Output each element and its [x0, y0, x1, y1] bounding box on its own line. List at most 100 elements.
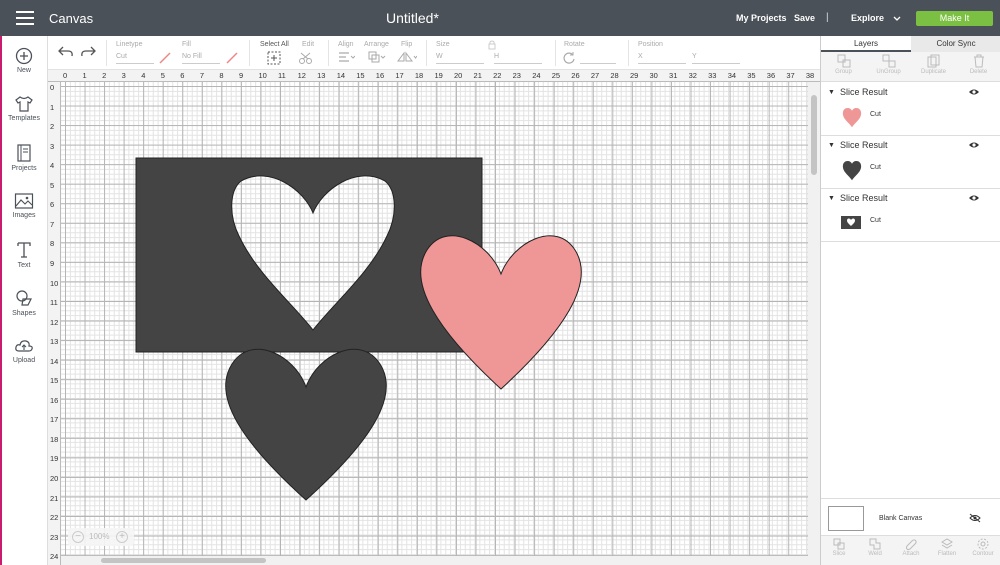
- zoom-in-button[interactable]: +: [116, 531, 128, 543]
- document-title[interactable]: Untitled*: [386, 10, 439, 26]
- ruler-tick-label: 17: [395, 71, 404, 80]
- ungroup-label: UnGroup: [876, 69, 901, 75]
- horizontal-scroll-thumb[interactable]: [101, 558, 266, 563]
- rotate-icon[interactable]: [562, 51, 576, 65]
- horizontal-scrollbar[interactable]: [61, 556, 808, 565]
- layer-item[interactable]: ▼ Slice Result Cut: [821, 83, 1000, 136]
- shapes-icon: [16, 290, 32, 306]
- vertical-scroll-thumb[interactable]: [811, 95, 817, 175]
- ruler-tick-label: 37: [786, 71, 795, 80]
- ruler-tick-label: 23: [512, 71, 521, 80]
- flatten-icon: [941, 538, 953, 549]
- ruler-tick-label: 26: [571, 71, 580, 80]
- caret-down-icon[interactable]: ▼: [828, 142, 835, 149]
- layer-item[interactable]: ▼ Slice Result Cut: [821, 136, 1000, 189]
- ruler-tick-label: 0: [50, 83, 55, 92]
- redo-icon[interactable]: [80, 45, 96, 57]
- flip-icon[interactable]: [397, 51, 417, 63]
- eye-icon[interactable]: [968, 88, 980, 96]
- layer-operation: Cut: [870, 111, 881, 118]
- dark-heart[interactable]: [225, 348, 387, 501]
- size-h-label: H: [494, 53, 500, 60]
- duplicate-button[interactable]: Duplicate: [911, 54, 956, 75]
- top-ruler: 0 1 2 3 4 5 6 7 8 9 10 11 12 13 14 15 16 17 18 19 20 21 22 23 24…: [48, 70, 820, 82]
- edit-scissors-icon[interactable]: [298, 51, 316, 65]
- ruler-tick-label: 24: [50, 552, 59, 562]
- group-button[interactable]: Group: [821, 54, 866, 75]
- flatten-button[interactable]: Flatten: [929, 538, 965, 557]
- sidebar-item-label: Projects: [11, 165, 37, 172]
- sidebar-item-templates[interactable]: Templates: [0, 95, 48, 122]
- sidebar-item-projects[interactable]: Projects: [0, 143, 48, 172]
- my-projects-link[interactable]: My Projects: [736, 13, 787, 23]
- make-it-button[interactable]: Make It: [916, 11, 993, 26]
- ruler-tick-label: 25: [551, 71, 561, 80]
- position-x-input[interactable]: X: [638, 53, 686, 64]
- arrange-icon[interactable]: [368, 51, 386, 63]
- ungroup-button[interactable]: UnGroup: [866, 54, 911, 75]
- layer-item[interactable]: ▼ Slice Result Cut: [821, 189, 1000, 242]
- left-ruler: 0 1 2 3 4 5 6 7 8 9 10 11 12 13 14 15 16 17 18 19 20 21 22 23 24: [48, 82, 61, 565]
- linetype-color-swatch-icon[interactable]: [159, 52, 171, 64]
- blank-canvas-swatch[interactable]: [828, 506, 864, 531]
- vertical-scrollbar[interactable]: [808, 82, 820, 565]
- contour-button[interactable]: Contour: [965, 538, 1000, 557]
- blank-canvas-layer[interactable]: Blank Canvas: [821, 498, 1000, 535]
- weld-button[interactable]: Weld: [857, 538, 893, 557]
- size-width-input[interactable]: W: [436, 53, 484, 64]
- ruler-tick-label: 22: [50, 513, 59, 523]
- sidebar-item-upload[interactable]: Upload: [0, 337, 48, 364]
- eye-icon[interactable]: [968, 141, 980, 149]
- fill-select[interactable]: No Fill: [182, 53, 220, 64]
- caret-down-icon[interactable]: ▼: [828, 89, 835, 96]
- sidebar-item-shapes[interactable]: Shapes: [0, 288, 48, 317]
- ruler-tick-label: 15: [50, 376, 59, 386]
- zoom-out-button[interactable]: −: [72, 531, 84, 543]
- ruler-tick-label: 4: [141, 71, 146, 80]
- hamburger-menu-icon[interactable]: [16, 11, 34, 25]
- delete-button[interactable]: Delete: [956, 54, 1000, 75]
- attach-button[interactable]: Attach: [893, 538, 929, 557]
- sidebar-item-text[interactable]: Text: [0, 240, 48, 269]
- ruler-tick-label: 20: [50, 474, 59, 483]
- tab-color-sync[interactable]: Color Sync: [911, 36, 1000, 52]
- book-icon: [17, 144, 31, 162]
- linetype-select[interactable]: Cut: [116, 53, 154, 64]
- ruler-tick-label: 23: [50, 532, 59, 542]
- blank-canvas-label: Blank Canvas: [879, 515, 923, 522]
- chevron-down-icon: [893, 16, 900, 21]
- fill-color-swatch-icon[interactable]: [226, 52, 238, 64]
- layer-name: Slice Result: [840, 87, 888, 97]
- ruler-tick-label: 8: [50, 239, 55, 249]
- group-label: Group: [835, 69, 852, 75]
- select-all-icon[interactable]: [267, 51, 281, 65]
- ruler-tick-label: 5: [50, 180, 55, 190]
- explore-dropdown[interactable]: Explore: [851, 13, 901, 23]
- lock-icon[interactable]: [488, 40, 496, 50]
- sidebar-item-new[interactable]: New: [0, 47, 48, 74]
- slice-button[interactable]: Slice: [821, 538, 857, 557]
- ruler-tick-label: 4: [50, 161, 55, 171]
- save-link[interactable]: Save: [794, 13, 815, 23]
- ruler-tick-label: 9: [50, 258, 55, 268]
- flip-label: Flip: [401, 41, 413, 48]
- undo-icon[interactable]: [58, 45, 74, 57]
- caret-down-icon[interactable]: ▼: [828, 195, 835, 202]
- align-icon[interactable]: [337, 51, 355, 63]
- ruler-tick-label: 11: [278, 71, 286, 80]
- rotate-input[interactable]: [580, 53, 616, 64]
- cloud-upload-icon: [15, 340, 33, 352]
- sidebar-item-images[interactable]: Images: [0, 192, 48, 219]
- size-height-input[interactable]: H: [494, 53, 542, 64]
- ruler-tick-label: 32: [688, 71, 697, 80]
- tab-layers[interactable]: Layers: [821, 36, 911, 52]
- pink-heart[interactable]: [420, 235, 582, 390]
- design-canvas[interactable]: 0 1 2 3 4 5 6 7 8 9 10 11 12 13 14 15 16 17 18 19 20 21 22 23 24…: [48, 70, 820, 565]
- eye-hidden-icon[interactable]: [969, 513, 981, 523]
- position-y-input[interactable]: Y: [692, 53, 740, 64]
- canvas-grid[interactable]: [61, 82, 808, 556]
- eye-icon[interactable]: [968, 194, 980, 202]
- zoom-level: 100%: [89, 532, 110, 541]
- layers-panel: Layers Color Sync Group UnGroup Duplicat…: [820, 36, 1000, 565]
- size-w-label: W: [436, 53, 443, 60]
